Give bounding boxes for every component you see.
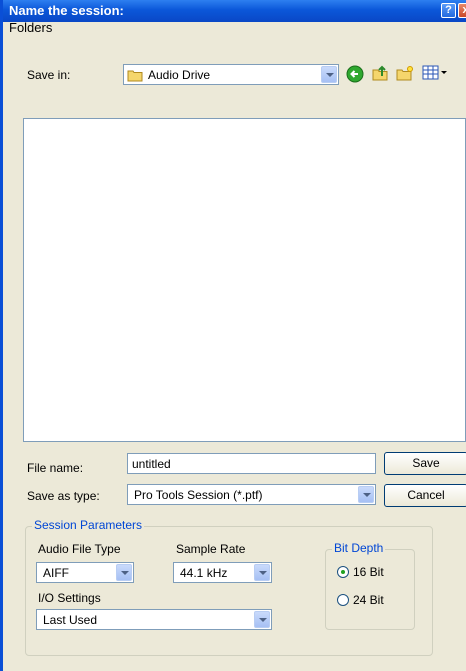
file-name-input[interactable]: untitled bbox=[127, 453, 376, 474]
menu-folders[interactable]: Folders bbox=[9, 20, 52, 35]
io-settings-value: Last Used bbox=[43, 613, 98, 627]
save-in-combo[interactable]: Audio Drive bbox=[123, 64, 339, 85]
sample-rate-label: Sample Rate bbox=[176, 542, 246, 556]
file-name-label: File name: bbox=[27, 461, 84, 475]
bit-depth-24-radio[interactable] bbox=[337, 594, 349, 606]
chevron-down-icon[interactable] bbox=[358, 486, 374, 503]
audio-file-type-label: Audio File Type bbox=[38, 542, 121, 556]
back-icon[interactable] bbox=[346, 65, 364, 86]
bit-depth-16-label[interactable]: 16 Bit bbox=[353, 565, 384, 579]
file-list[interactable] bbox=[23, 118, 466, 442]
bit-depth-legend: Bit Depth bbox=[332, 541, 386, 555]
cancel-button[interactable]: Cancel bbox=[384, 484, 466, 507]
save-as-type-combo[interactable]: Pro Tools Session (*.ptf) bbox=[127, 484, 376, 505]
close-button[interactable]: x bbox=[458, 3, 466, 18]
save-as-type-label: Save as type: bbox=[27, 489, 100, 503]
chevron-down-icon[interactable] bbox=[321, 66, 337, 83]
chevron-down-icon[interactable] bbox=[254, 564, 270, 581]
save-in-label: Save in: bbox=[27, 68, 71, 82]
view-menu-icon[interactable] bbox=[422, 65, 448, 84]
session-parameters-legend: Session Parameters bbox=[32, 518, 145, 532]
title-bar: Name the session: ? x bbox=[3, 0, 466, 22]
audio-file-type-combo[interactable]: AIFF bbox=[36, 562, 134, 583]
new-folder-icon[interactable] bbox=[396, 65, 414, 86]
window-title: Name the session: bbox=[9, 3, 124, 18]
up-folder-icon[interactable] bbox=[371, 64, 389, 85]
save-session-dialog: Name the session: ? x Folders Save in: A… bbox=[0, 0, 466, 671]
file-name-value: untitled bbox=[132, 457, 171, 471]
bit-depth-16-radio[interactable] bbox=[337, 566, 349, 578]
save-button[interactable]: Save bbox=[384, 452, 466, 475]
bit-depth-group bbox=[325, 549, 415, 630]
bit-depth-24-label[interactable]: 24 Bit bbox=[353, 593, 384, 607]
chevron-down-icon[interactable] bbox=[116, 564, 132, 581]
io-settings-label: I/O Settings bbox=[38, 591, 101, 605]
sample-rate-value: 44.1 kHz bbox=[180, 566, 228, 580]
audio-file-type-value: AIFF bbox=[43, 566, 69, 580]
folder-icon bbox=[127, 68, 143, 85]
save-in-value: Audio Drive bbox=[148, 68, 211, 82]
sample-rate-combo[interactable]: 44.1 kHz bbox=[173, 562, 272, 583]
chevron-down-icon[interactable] bbox=[254, 611, 270, 628]
io-settings-combo[interactable]: Last Used bbox=[36, 609, 272, 630]
help-button[interactable]: ? bbox=[441, 3, 456, 18]
save-as-type-value: Pro Tools Session (*.ptf) bbox=[134, 488, 263, 502]
